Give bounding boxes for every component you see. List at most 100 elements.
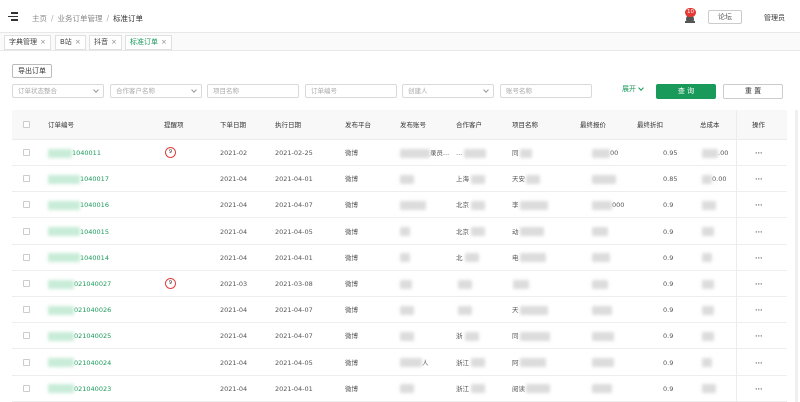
query-button[interactable]: 查 询	[656, 84, 716, 99]
close-icon[interactable]: ×	[161, 38, 167, 46]
total-cost: .00	[702, 140, 728, 166]
redacted-blur	[702, 305, 714, 315]
table-row[interactable]: 1040011 9 2021-02 2021-02-25 微博 录员...... 同 00 0.…	[12, 140, 787, 166]
order-date: 2021-04	[220, 175, 248, 184]
order-number-link[interactable]: 1040015	[48, 219, 109, 245]
tab-standard-order[interactable]: 标准订单 ×	[125, 35, 172, 50]
redacted-blur	[519, 200, 548, 210]
fixed-column-divider	[736, 110, 737, 402]
client: 北京	[456, 219, 485, 245]
more-actions-icon[interactable]: ···	[755, 219, 762, 245]
redacted-blur	[592, 384, 612, 394]
order-number-link[interactable]: 021040027	[48, 271, 111, 297]
reset-button[interactable]: 重 置	[723, 84, 783, 99]
order-number-link[interactable]: 021040024	[48, 350, 111, 376]
order-number-link[interactable]: 021040025	[48, 323, 111, 349]
table-row[interactable]: 021040027 9 2021-03 2021-03-08 微博 0.9 ···	[12, 271, 787, 297]
account	[400, 166, 414, 192]
order-number-link[interactable]: 021040026	[48, 297, 111, 323]
close-icon[interactable]: ×	[111, 38, 117, 46]
breadcrumb-home[interactable]: 主页	[32, 14, 47, 23]
col-exec-date: 执行日期	[275, 121, 301, 129]
redacted-blur	[400, 331, 414, 341]
order-number-link[interactable]: 1040011	[48, 140, 101, 166]
row-checkbox[interactable]	[23, 149, 30, 156]
row-checkbox[interactable]	[23, 175, 30, 183]
redacted-blur	[48, 331, 74, 341]
more-actions-icon[interactable]: ···	[755, 323, 762, 349]
col-remind: 提醒项	[164, 121, 184, 129]
table-row[interactable]: 1040014 2021-04 2021-04-01 微博 北 电 0.9 ···	[12, 245, 787, 271]
more-actions-icon[interactable]: ···	[755, 245, 762, 271]
more-actions-icon[interactable]: ···	[755, 166, 762, 192]
redacted-blur	[400, 200, 426, 210]
menu-fold-icon[interactable]	[8, 12, 18, 21]
remind-icon[interactable]: 9	[165, 278, 176, 289]
redacted-blur	[702, 227, 714, 237]
row-checkbox[interactable]	[23, 227, 30, 235]
more-actions-icon[interactable]: ···	[755, 140, 762, 166]
close-icon[interactable]: ×	[40, 38, 46, 46]
project: 同	[512, 323, 550, 349]
redacted-blur	[400, 384, 414, 394]
order-number-link[interactable]: 1040017	[48, 166, 109, 192]
tab-dictionary[interactable]: 字典管理 ×	[4, 35, 51, 50]
order-number-input[interactable]: 订单编号	[305, 84, 397, 98]
total-cost	[702, 245, 712, 271]
redacted-blur	[400, 305, 414, 315]
account-name-input[interactable]: 账号名称	[500, 84, 592, 98]
redacted-blur	[400, 227, 410, 237]
final-discount: 0.9	[663, 306, 674, 315]
creator-select[interactable]: 创建人	[402, 84, 494, 98]
more-actions-icon[interactable]: ···	[755, 192, 762, 218]
order-number-link[interactable]: 1040014	[48, 245, 109, 271]
project-name-input[interactable]: 项目名称	[207, 84, 299, 98]
exec-date: 2021-04-07	[275, 201, 313, 210]
platform: 微博	[345, 253, 358, 262]
final-price	[592, 271, 608, 297]
remind-icon[interactable]: 9	[165, 147, 176, 158]
row-checkbox[interactable]	[23, 280, 30, 287]
redacted-blur	[48, 148, 72, 158]
table-row[interactable]: 1040016 2021-04 2021-04-07 微博 北京 李 000 0.9 ···	[12, 192, 787, 219]
table-row[interactable]: 021040025 2021-04 2021-04-07 微博 浙 同 0.9 ···	[12, 323, 787, 350]
redacted-blur	[48, 253, 80, 263]
select-all-checkbox[interactable]	[23, 121, 30, 128]
more-actions-icon[interactable]: ···	[755, 350, 762, 376]
table-row[interactable]: 021040026 2021-04 2021-04-07 微博 天 0.9 ···	[12, 297, 787, 324]
table-row[interactable]: 1040017 2021-04 2021-04-01 微博 上海 天安 0.85 0.00 ··…	[12, 166, 787, 193]
col-platform: 发布平台	[345, 121, 371, 129]
more-actions-icon[interactable]: ···	[755, 271, 762, 297]
order-number-link[interactable]: 1040016	[48, 192, 109, 218]
export-orders-button[interactable]: 导出订单	[12, 64, 52, 78]
order-status-select[interactable]: 订单状态整合	[12, 84, 104, 98]
row-checkbox[interactable]	[23, 358, 30, 366]
tab-douyin[interactable]: 抖音 ×	[89, 35, 122, 50]
client-name-select[interactable]: 合作客户名称	[110, 84, 202, 98]
table-row[interactable]: 021040023 2021-04 2021-04-01 微博 浙江 阅读 0.9 ···	[12, 376, 787, 402]
forum-button[interactable]: 论坛	[708, 10, 742, 24]
row-checkbox[interactable]	[23, 384, 30, 392]
breadcrumb-business[interactable]: 业务订单管理	[58, 14, 103, 23]
exec-date: 2021-04-07	[275, 332, 313, 341]
close-icon[interactable]: ×	[75, 38, 81, 46]
more-actions-icon[interactable]: ···	[755, 297, 762, 323]
platform: 微博	[345, 332, 358, 341]
row-checkbox[interactable]	[23, 253, 30, 261]
row-checkbox[interactable]	[23, 201, 30, 209]
tab-bilibili[interactable]: B站 ×	[55, 35, 86, 50]
table-row[interactable]: 021040024 2021-04 2021-04-05 微博 人 浙江 阿 0.9 ···	[12, 350, 787, 376]
expand-filters-toggle[interactable]: 展开	[622, 84, 644, 94]
total-cost	[702, 192, 716, 218]
order-date: 2021-04	[220, 227, 248, 236]
final-price: 000	[592, 192, 624, 218]
vertical-scrollbar[interactable]	[795, 110, 798, 402]
user-menu[interactable]: 管理员	[764, 13, 785, 23]
row-checkbox[interactable]	[23, 306, 30, 314]
order-number-link[interactable]: 021040023	[48, 376, 111, 402]
redacted-blur	[519, 148, 532, 158]
table-row[interactable]: 1040015 2021-04 2021-04-05 微博 北京 动 0.9 ···	[12, 219, 787, 245]
row-checkbox[interactable]	[23, 332, 30, 340]
redacted-blur	[702, 200, 716, 210]
more-actions-icon[interactable]: ···	[755, 376, 762, 402]
